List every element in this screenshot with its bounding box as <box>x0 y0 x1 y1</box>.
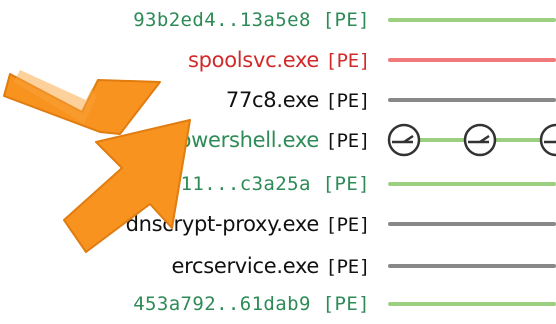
process-timeline-line <box>388 58 556 62</box>
process-timeline-line <box>388 222 556 226</box>
process-label: 77c8.exe [PE] <box>226 80 370 120</box>
process-type-tag: [PE] <box>325 214 370 236</box>
process-label: powershell.exe [PE] <box>165 120 371 160</box>
process-label: 11...c3a25a [PE] <box>181 164 370 204</box>
process-timeline-line <box>388 182 556 186</box>
process-name: 93b2ed4..13a5e8 <box>133 9 311 31</box>
process-label: spoolsvc.exe [PE] <box>188 40 370 80</box>
process-row[interactable]: spoolsvc.exe [PE] <box>0 40 556 80</box>
clock-icon[interactable] <box>386 122 422 158</box>
process-row[interactable]: 453a792..61dab9 [PE] <box>0 284 556 324</box>
process-name: ercservice.exe <box>171 254 320 278</box>
process-type-tag: [PE] <box>322 9 370 31</box>
process-type-tag: [PE] <box>322 293 370 315</box>
process-label: dnscrypt-proxy.exe [PE] <box>125 204 371 244</box>
process-row[interactable]: ercservice.exe [PE] <box>0 246 556 286</box>
process-label: 93b2ed4..13a5e8 [PE] <box>133 0 370 40</box>
process-type-tag: [PE] <box>325 50 370 72</box>
process-type-tag: [PE] <box>325 130 370 152</box>
process-type-tag: [PE] <box>322 173 370 195</box>
process-timeline-line <box>388 264 556 268</box>
process-timeline-line <box>388 302 556 306</box>
process-row[interactable]: powershell.exe [PE] <box>0 120 556 160</box>
clock-icon[interactable] <box>462 122 498 158</box>
process-type-tag: [PE] <box>325 90 370 112</box>
process-label: 453a792..61dab9 [PE] <box>133 284 370 324</box>
process-name: 453a792..61dab9 <box>133 293 311 315</box>
process-label: ercservice.exe [PE] <box>171 246 370 286</box>
clock-icon[interactable] <box>538 122 556 158</box>
process-row[interactable]: 77c8.exe [PE] <box>0 80 556 120</box>
process-name: powershell.exe <box>165 128 320 152</box>
process-row[interactable]: 93b2ed4..13a5e8 [PE] <box>0 0 556 40</box>
process-name: 77c8.exe <box>225 88 320 112</box>
process-name: dnscrypt-proxy.exe <box>125 212 320 236</box>
process-name: spoolsvc.exe <box>188 48 320 72</box>
process-timeline-line <box>388 98 556 102</box>
process-row[interactable]: 11...c3a25a [PE] <box>0 164 556 204</box>
process-type-tag: [PE] <box>325 256 370 278</box>
process-name: 11...c3a25a <box>180 173 311 195</box>
process-row[interactable]: dnscrypt-proxy.exe [PE] <box>0 204 556 244</box>
process-timeline-line <box>388 18 556 22</box>
